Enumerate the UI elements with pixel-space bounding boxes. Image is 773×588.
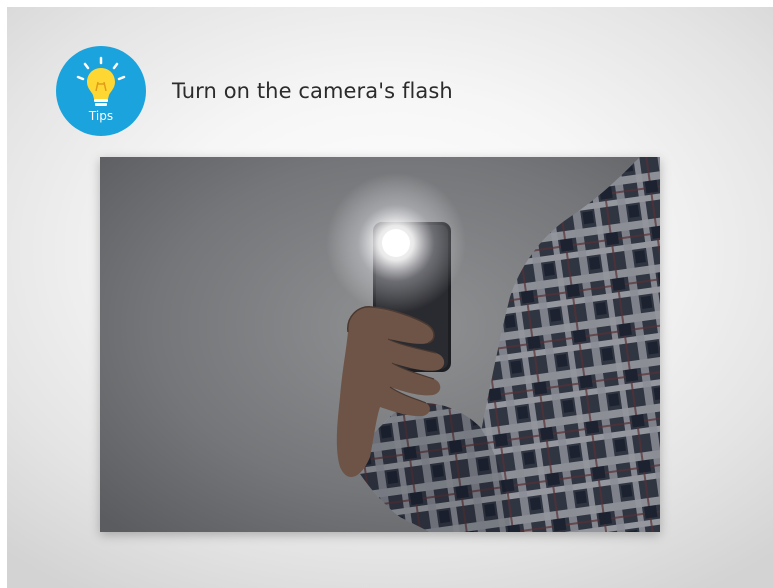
tips-label: Tips (88, 109, 114, 123)
slide-canvas: Tips Turn on the camera's flash (7, 7, 773, 588)
tip-heading: Turn on the camera's flash (172, 79, 453, 103)
phone-flash-photo (100, 157, 660, 532)
tips-badge: Tips (56, 46, 146, 136)
